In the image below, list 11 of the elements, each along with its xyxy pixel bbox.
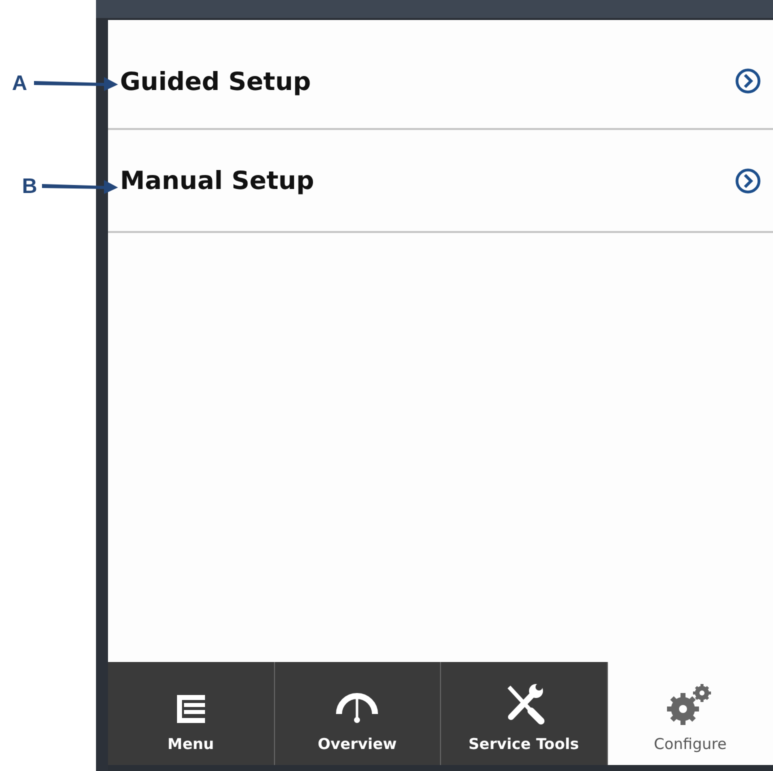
- gears-icon: [667, 683, 714, 725]
- tab[interactable]: Menu: [108, 662, 274, 765]
- setup-item[interactable]: Guided Setup: [108, 20, 773, 130]
- tab[interactable]: Overview: [274, 662, 440, 765]
- setup-item[interactable]: Manual Setup: [108, 130, 773, 233]
- tab[interactable]: Service Tools: [440, 662, 606, 765]
- callout-label: A: [12, 72, 28, 96]
- callout-label: B: [22, 174, 38, 198]
- chevron-circle-icon: [735, 168, 761, 194]
- list-icon: [174, 693, 207, 725]
- chevron-circle-icon: [735, 68, 761, 94]
